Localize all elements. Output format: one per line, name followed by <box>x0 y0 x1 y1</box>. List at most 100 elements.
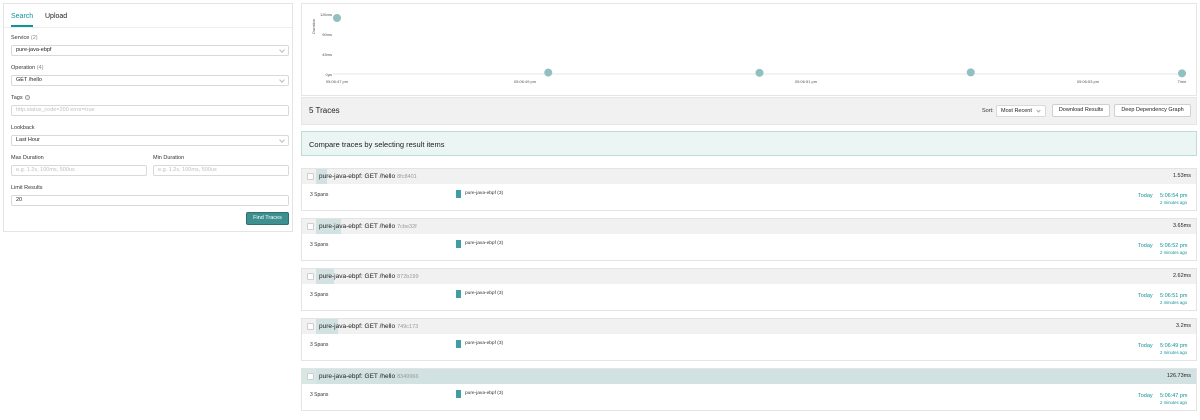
scatter-point[interactable] <box>966 68 975 77</box>
question-circle-icon[interactable]: ? <box>25 95 31 101</box>
trace-relative-time: 2 minutes ago <box>1160 350 1187 355</box>
find-traces-button[interactable]: Find Traces <box>246 212 289 225</box>
trace-start-time: 5:06:54 pm <box>1160 193 1188 199</box>
trace-day: Today <box>1138 193 1153 199</box>
trace-scatter-chart: Duration 126ms 90ms 45ms 0µs 05:06:47 pm… <box>301 3 1197 96</box>
trace-select-checkbox[interactable] <box>307 223 314 230</box>
limit-results-input[interactable]: 20 <box>11 195 289 206</box>
trace-day: Today <box>1138 293 1153 299</box>
x-tick-label: 05:06:47 pm <box>326 79 349 84</box>
scatter-points <box>333 14 1186 78</box>
trace-title: pure-java-ebpf: GET /hello <box>319 273 396 280</box>
service-tag-label: pure-java-ebpf (3) <box>465 241 504 246</box>
operation-select[interactable]: GET /hello <box>11 75 289 86</box>
scatter-point[interactable] <box>755 68 764 77</box>
trace-title-link[interactable]: pure-java-ebpf: GET /hello 7cbe32f <box>319 223 417 230</box>
scatter-plot: Duration 126ms 90ms 45ms 0µs 05:06:47 pm… <box>311 12 1188 84</box>
x-tick-label: 05:06:49 pm <box>514 79 537 84</box>
y-tick-label: 0µs <box>325 72 332 77</box>
tags-label: Tags ? <box>11 95 31 101</box>
trace-span-count: 3 Spans <box>310 392 329 398</box>
trace-select-checkbox[interactable] <box>307 173 314 180</box>
service-color-swatch <box>456 390 461 398</box>
operation-label-text: Operation <box>11 65 36 71</box>
scatter-point[interactable] <box>333 14 341 22</box>
jaeger-search-page: Search Upload Service (2) pure-java-ebpf… <box>0 0 1200 420</box>
y-tick-label: 126ms <box>320 12 332 17</box>
chevron-down-icon <box>279 47 285 53</box>
trace-day: Today <box>1138 393 1153 399</box>
trace-id: 749c173 <box>397 324 419 330</box>
tags-input[interactable]: http.status_code=200 error=true <box>11 105 289 116</box>
results-count-title: 5 Traces <box>309 106 340 115</box>
trace-start-time: 5:06:47 pm <box>1160 393 1188 399</box>
tab-search[interactable]: Search <box>11 13 34 27</box>
deep-dependency-graph-button[interactable]: Deep Dependency Graph <box>1114 104 1191 117</box>
lookback-select[interactable]: Last Hour <box>11 135 289 146</box>
max-duration-placeholder: e.g. 1.2s, 100ms, 500us <box>16 167 75 173</box>
trace-select-checkbox[interactable] <box>307 323 314 330</box>
trace-duration: 3.2ms <box>1176 323 1191 329</box>
trace-select-checkbox[interactable] <box>307 373 314 380</box>
y-tick-label: 90ms <box>322 32 332 37</box>
max-duration-label: Max Duration <box>11 155 44 161</box>
lookback-label: Lookback <box>11 125 35 131</box>
trace-relative-time: 2 minutes ago <box>1160 200 1187 205</box>
min-duration-placeholder: e.g. 1.2s, 100ms, 500us <box>158 167 217 173</box>
max-duration-input[interactable]: e.g. 1.2s, 100ms, 500us <box>11 165 147 176</box>
trace-title-link[interactable]: pure-java-ebpf: GET /hello 872b199 <box>319 273 419 280</box>
download-results-button[interactable]: Download Results <box>1052 104 1110 117</box>
x-axis-label: Time <box>1178 79 1188 84</box>
tags-placeholder: http.status_code=200 error=true <box>16 107 95 113</box>
trace-span-count: 3 Spans <box>310 192 329 198</box>
trace-item-header: pure-java-ebpf: GET /hello 749c173 3.2ms <box>302 319 1196 334</box>
trace-item-header: pure-java-ebpf: GET /hello 8349966 126.73… <box>302 369 1196 384</box>
trace-start-time: 5:06:52 pm <box>1160 243 1188 249</box>
trace-relative-time: 2 minutes ago <box>1160 400 1187 405</box>
y-tick-label: 45ms <box>322 52 332 57</box>
trace-title-link[interactable]: pure-java-ebpf: GET /hello 8349966 <box>319 373 419 380</box>
trace-item[interactable]: pure-java-ebpf: GET /hello 749c173 3.2ms … <box>301 318 1197 361</box>
operation-select-value: GET /hello <box>16 77 42 83</box>
service-color-swatch <box>456 240 461 248</box>
trace-item-header: pure-java-ebpf: GET /hello 8fc8401 1.53ms <box>302 169 1196 184</box>
service-color-swatch <box>456 290 461 298</box>
sort-select[interactable]: Most Recent <box>996 105 1046 117</box>
trace-span-count: 3 Spans <box>310 242 329 248</box>
trace-start-time: 5:06:51 pm <box>1160 293 1188 299</box>
tab-upload[interactable]: Upload <box>45 13 67 20</box>
service-count: (2) <box>30 35 38 41</box>
operation-label: Operation (4) <box>11 65 43 71</box>
limit-results-label: Limit Results <box>11 185 43 191</box>
trace-relative-time: 2 minutes ago <box>1160 300 1187 305</box>
service-color-swatch <box>456 340 461 348</box>
service-tag-label: pure-java-ebpf (3) <box>465 391 504 396</box>
trace-item[interactable]: pure-java-ebpf: GET /hello 872b199 2.62ms… <box>301 268 1197 311</box>
trace-title-link[interactable]: pure-java-ebpf: GET /hello 749c173 <box>319 323 418 330</box>
trace-id: 8fc8401 <box>397 174 417 180</box>
y-axis-label: Duration <box>311 19 316 34</box>
scatter-point[interactable] <box>1178 69 1186 78</box>
trace-item[interactable]: pure-java-ebpf: GET /hello 8349966 126.73… <box>301 368 1197 411</box>
trace-item-header: pure-java-ebpf: GET /hello 7cbe32f 3.65ms <box>302 219 1196 234</box>
trace-duration-bar <box>316 369 1196 384</box>
trace-title-link[interactable]: pure-java-ebpf: GET /hello 8fc8401 <box>319 173 417 180</box>
min-duration-label: Min Duration <box>153 155 185 161</box>
trace-span-count: 3 Spans <box>310 342 329 348</box>
compare-banner-text: Compare traces by selecting result items <box>309 140 445 149</box>
tags-label-text: Tags <box>11 95 23 101</box>
trace-item[interactable]: pure-java-ebpf: GET /hello 7cbe32f 3.65ms… <box>301 218 1197 261</box>
trace-select-checkbox[interactable] <box>307 273 314 280</box>
service-select-value: pure-java-ebpf <box>16 47 52 53</box>
x-tick-label: 05:06:53 pm <box>1077 79 1100 84</box>
trace-id: 7cbe32f <box>397 224 417 230</box>
service-color-swatch <box>456 190 461 198</box>
trace-item[interactable]: pure-java-ebpf: GET /hello 8fc8401 1.53ms… <box>301 168 1197 211</box>
min-duration-input[interactable]: e.g. 1.2s, 100ms, 500us <box>153 165 289 176</box>
tabs-divider <box>4 27 294 28</box>
chevron-down-icon <box>279 77 285 83</box>
scatter-point[interactable] <box>544 68 553 77</box>
trace-duration: 2.62ms <box>1172 273 1191 279</box>
service-select[interactable]: pure-java-ebpf <box>11 45 289 56</box>
chevron-down-icon <box>279 137 285 143</box>
